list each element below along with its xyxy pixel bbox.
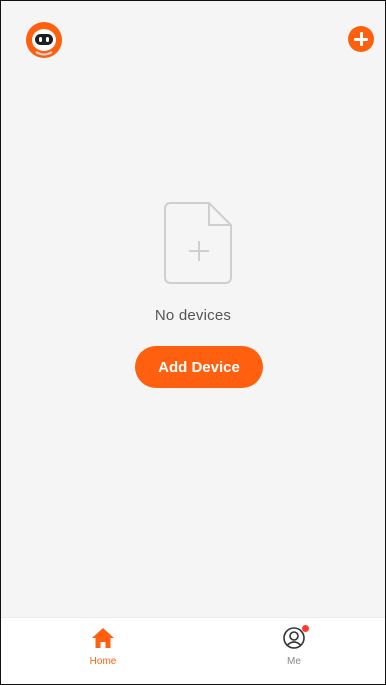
file-add-icon bbox=[163, 201, 235, 285]
tab-me[interactable]: Me bbox=[244, 618, 344, 684]
add-device-button[interactable]: Add Device bbox=[135, 346, 263, 388]
tab-home-label: Home bbox=[89, 656, 117, 667]
bottom-tab-bar: Home Me bbox=[1, 617, 385, 684]
tab-me-label: Me bbox=[287, 656, 301, 667]
tab-home[interactable]: Home bbox=[53, 618, 153, 684]
robot-avatar-icon[interactable] bbox=[25, 21, 63, 59]
notification-badge bbox=[302, 625, 309, 632]
home-icon bbox=[91, 626, 115, 650]
app-screen: No devices Add Device Home Me bbox=[0, 0, 386, 685]
empty-state-message: No devices bbox=[154, 307, 232, 324]
add-icon-button[interactable] bbox=[348, 26, 374, 52]
